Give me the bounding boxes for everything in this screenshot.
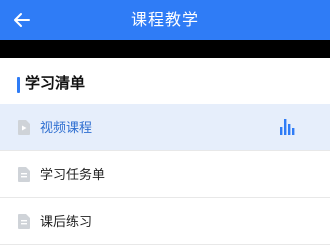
list-item-homework[interactable]: 课后练习 bbox=[0, 198, 330, 245]
black-band bbox=[0, 40, 330, 58]
page-title: 课程教学 bbox=[130, 10, 199, 29]
doc-icon bbox=[18, 167, 30, 182]
app-bar: 课程教学 bbox=[0, 0, 330, 40]
section-accent-bar bbox=[17, 77, 20, 93]
video-doc-icon bbox=[18, 120, 30, 135]
doc-icon bbox=[18, 214, 30, 229]
list-item-label: 学习任务单 bbox=[40, 168, 106, 183]
list-item-label: 课后练习 bbox=[40, 215, 93, 230]
study-list: 视频课程 学习任务单 课后练习 bbox=[0, 104, 330, 245]
playing-bars-icon bbox=[280, 119, 295, 135]
list-item-label: 视频课程 bbox=[40, 121, 93, 136]
section-title: 学习清单 bbox=[25, 74, 86, 92]
back-button[interactable] bbox=[8, 6, 36, 34]
list-item-video-course[interactable]: 视频课程 bbox=[0, 104, 330, 151]
arrow-left-icon bbox=[14, 13, 30, 27]
list-item-task-sheet[interactable]: 学习任务单 bbox=[0, 151, 330, 198]
